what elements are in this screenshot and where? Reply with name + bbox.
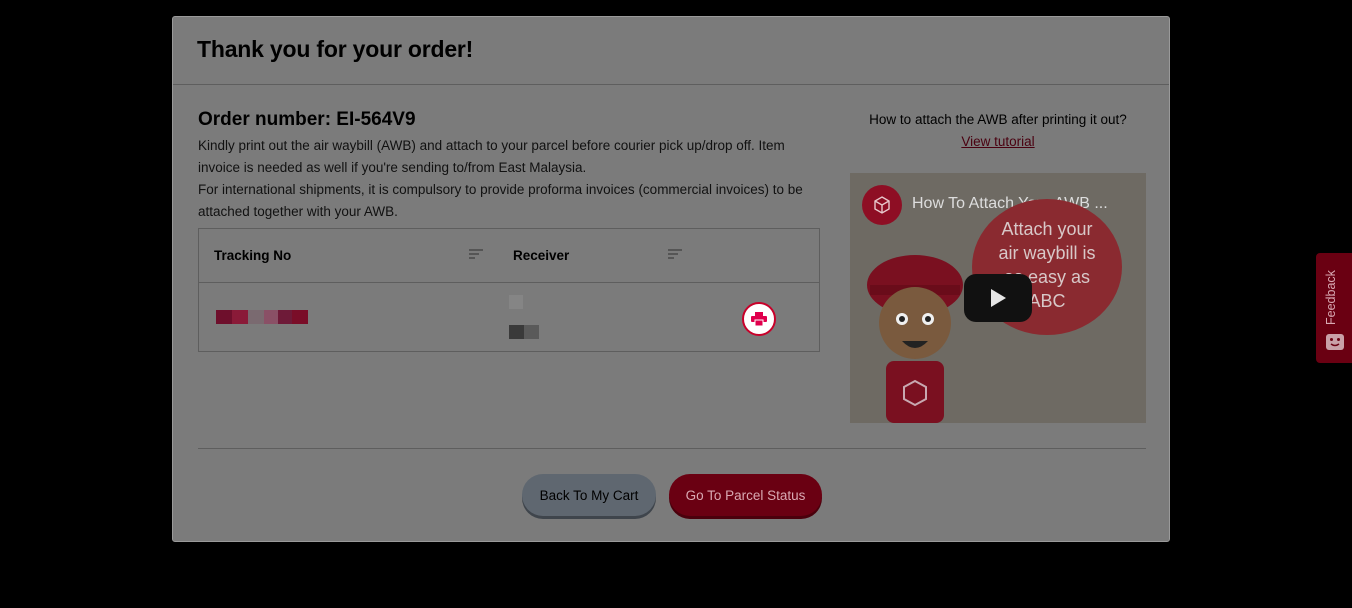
view-tutorial-link[interactable]: View tutorial: [961, 134, 1034, 149]
order-table: Tracking No Receiver: [198, 228, 820, 352]
feedback-face-icon: [1326, 334, 1344, 350]
international-instructions: For international shipments, it is compu…: [198, 182, 803, 219]
modal-header: Thank you for your order!: [173, 17, 1169, 85]
print-awb-button[interactable]: [742, 302, 776, 336]
feedback-tab[interactable]: Feedback: [1316, 253, 1352, 363]
print-instructions: Kindly print out the air waybill (AWB) a…: [198, 138, 785, 175]
modal-title: Thank you for your order!: [197, 36, 474, 62]
go-to-parcel-status-button[interactable]: Go To Parcel Status: [669, 474, 822, 516]
sort-icon[interactable]: [668, 249, 682, 261]
order-number: Order number: EI-564V9: [198, 109, 416, 130]
mascot-illustration: [867, 255, 963, 423]
order-confirmation-modal: Thank you for your order! Order number: …: [172, 16, 1170, 542]
feedback-label: Feedback: [1324, 270, 1338, 325]
column-tracking-no: Tracking No: [214, 248, 292, 263]
printer-icon: [751, 312, 767, 326]
column-receiver: Receiver: [513, 248, 570, 263]
back-to-cart-button[interactable]: Back To My Cart: [522, 474, 656, 516]
play-button[interactable]: [964, 274, 1032, 322]
order-info: Order number: EI-564V9 Kindly print out …: [198, 109, 823, 223]
footer-divider: [198, 448, 1146, 449]
table-row: [199, 283, 819, 353]
box-icon: [874, 196, 890, 214]
sort-icon[interactable]: [469, 249, 483, 261]
tutorial-video[interactable]: How To Attach Your AWB ... Attach your a…: [850, 173, 1146, 423]
tutorial-section: How to attach the AWB after printing it …: [849, 109, 1147, 153]
table-header: Tracking No Receiver: [199, 229, 819, 283]
tutorial-question: How to attach the AWB after printing it …: [869, 112, 1127, 127]
play-icon: [991, 289, 1006, 307]
channel-logo: [862, 185, 902, 225]
